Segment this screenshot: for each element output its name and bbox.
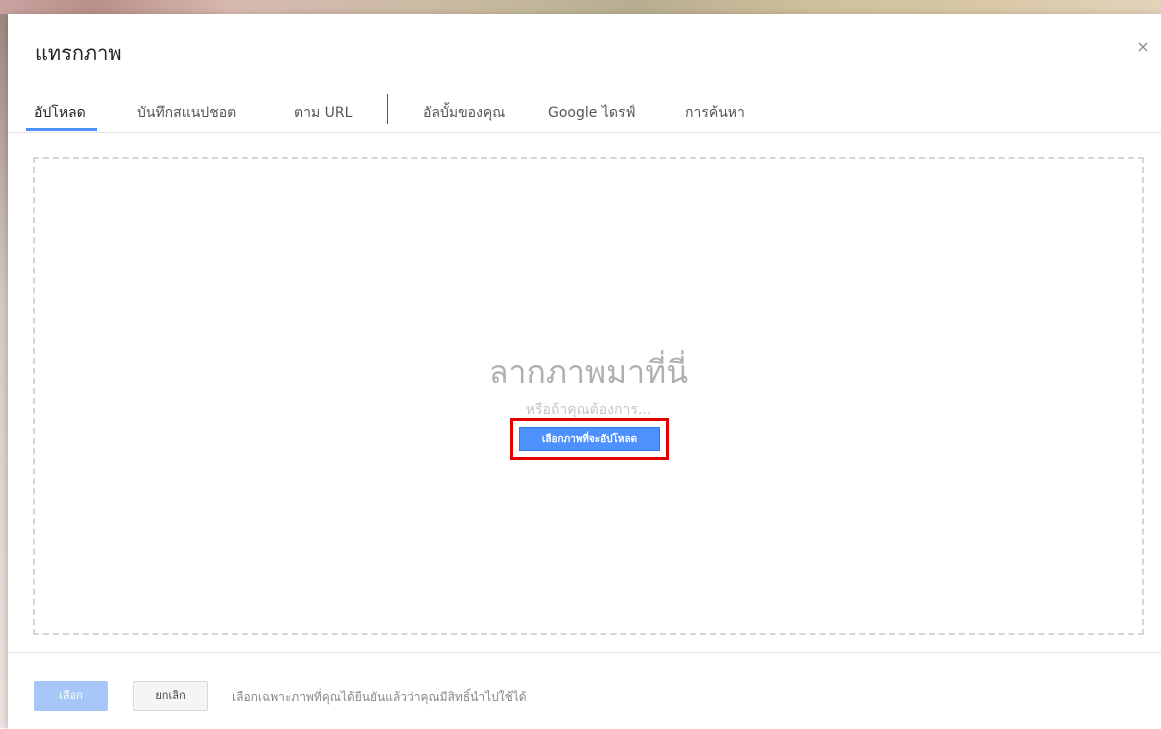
tab-search[interactable]: การค้นหา — [685, 102, 745, 124]
active-tab-indicator — [26, 128, 97, 131]
drop-zone[interactable]: ลากภาพมาที่นี่ หรือถ้าคุณต้องการ... เลือ… — [33, 157, 1144, 635]
choose-image-upload-button[interactable]: เลือกภาพที่จะอัปโหลด — [519, 427, 660, 451]
close-icon[interactable]: × — [1135, 39, 1151, 55]
tab-your-albums[interactable]: อัลบั้มของคุณ — [423, 102, 505, 124]
tab-google-drive[interactable]: Google ไดรฟ์ — [548, 102, 635, 124]
select-button[interactable]: เลือก — [34, 681, 108, 711]
drop-zone-subtitle: หรือถ้าคุณต้องการ... — [525, 402, 652, 418]
footer-note: เลือกเฉพาะภาพที่คุณได้ยืนยันแล้วว่าคุณมี… — [232, 690, 527, 704]
background-strip — [0, 0, 1161, 14]
tab-bar: อัปโหลด บันทึกสแนปชอต ตาม URL อัลบั้มของ… — [8, 90, 1161, 133]
tab-upload[interactable]: อัปโหลด — [34, 102, 86, 124]
cancel-button[interactable]: ยกเลิก — [133, 681, 208, 711]
insert-image-dialog: แทรกภาพ × อัปโหลด บันทึกสแนปชอต ตาม URL … — [8, 14, 1161, 729]
tab-snapshot[interactable]: บันทึกสแนปชอต — [137, 102, 236, 124]
dialog-title: แทรกภาพ — [35, 41, 122, 65]
dialog-footer: เลือก ยกเลิก เลือกเฉพาะภาพที่คุณได้ยืนยั… — [8, 652, 1161, 729]
tab-divider — [387, 94, 388, 124]
drop-zone-title: ลากภาพมาที่นี่ — [488, 353, 689, 391]
background-edge — [0, 14, 8, 728]
tab-by-url[interactable]: ตาม URL — [294, 102, 352, 124]
